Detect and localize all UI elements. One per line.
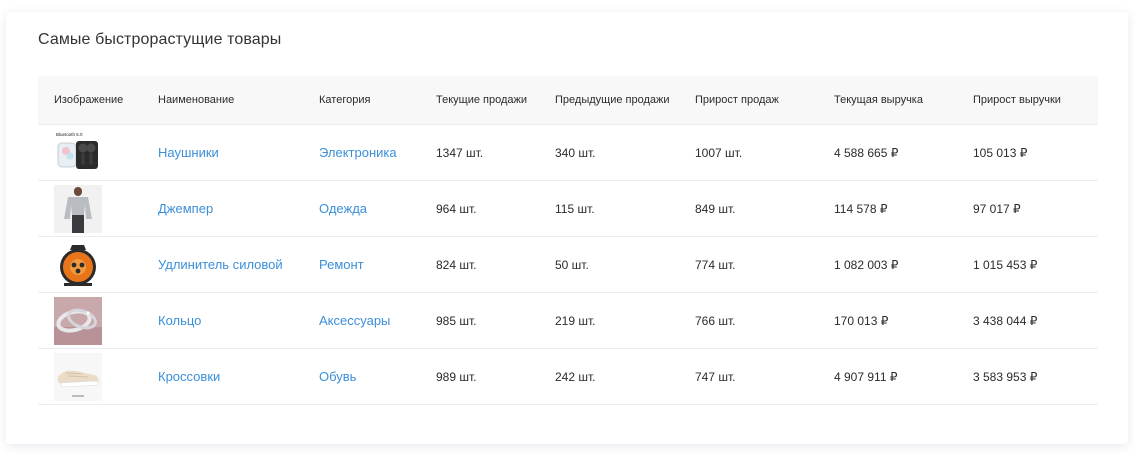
product-name-link[interactable]: Удлинитель силовой (158, 257, 283, 272)
image-cell (38, 180, 142, 237)
column-header-image: Изображение (38, 76, 142, 125)
sales-growth-cell: 747 шт. (679, 348, 818, 405)
previous-sales-cell: 242 шт. (539, 348, 679, 405)
category-link[interactable]: Аксессуары (319, 313, 390, 328)
product-name-link[interactable]: Кольцо (158, 313, 201, 328)
current-revenue-cell: 170 013 ₽ (818, 292, 957, 349)
current-sales-cell: 989 шт. (420, 348, 539, 405)
name-cell: Кроссовки (142, 348, 303, 405)
name-cell: Удлинитель силовой (142, 236, 303, 293)
current-sales-cell: 824 шт. (420, 236, 539, 293)
current-sales-cell: 964 шт. (420, 180, 539, 237)
product-name-link[interactable]: Наушники (158, 145, 219, 160)
column-header-category: Категория (303, 76, 420, 125)
table-row: Джемпер Одежда 964 шт. 115 шт. 849 шт. 1… (38, 180, 1098, 237)
column-header-revenue-growth: Прирост выручки (957, 76, 1098, 125)
revenue-growth-cell: 3 438 044 ₽ (957, 292, 1098, 349)
category-cell: Обувь (303, 348, 420, 405)
previous-sales-cell: 115 шт. (539, 180, 679, 237)
image-caption: Bluetooth 5.0 (56, 132, 83, 137)
sales-growth-cell: 1007 шт. (679, 124, 818, 181)
revenue-growth-cell: 97 017 ₽ (957, 180, 1098, 237)
column-header-name: Наименование (142, 76, 303, 125)
table-header-row: Изображение Наименование Категория Текущ… (38, 76, 1098, 125)
category-link[interactable]: Обувь (319, 369, 356, 384)
name-cell: Джемпер (142, 180, 303, 237)
sneakers-product-image (54, 352, 102, 401)
category-link[interactable]: Электроника (319, 145, 397, 160)
revenue-growth-cell: 3 583 953 ₽ (957, 348, 1098, 405)
current-revenue-cell: 4 907 911 ₽ (818, 348, 957, 405)
category-cell: Электроника (303, 124, 420, 181)
previous-sales-cell: 50 шт. (539, 236, 679, 293)
rings-product-image (54, 296, 102, 345)
fastest-growing-products-card: Самые быстрорастущие товары Изображение … (6, 12, 1128, 444)
sales-growth-cell: 766 шт. (679, 292, 818, 349)
table-row: Bluetooth 5.0 Наушники Электроника 1347 … (38, 124, 1098, 181)
table-row: Кольцо Аксессуары 985 шт. 219 шт. 766 шт… (38, 292, 1098, 349)
earbuds-product-image: Bluetooth 5.0 (54, 128, 102, 177)
revenue-growth-cell: 1 015 453 ₽ (957, 236, 1098, 293)
cable-reel-product-image (54, 240, 102, 289)
column-header-previous-sales: Предыдущие продажи (539, 76, 679, 125)
current-sales-cell: 985 шт. (420, 292, 539, 349)
image-cell (38, 292, 142, 349)
category-link[interactable]: Одежда (319, 201, 367, 216)
card-title: Самые быстрорастущие товары (38, 31, 282, 48)
current-sales-cell: 1347 шт. (420, 124, 539, 181)
sweater-product-image (54, 184, 102, 233)
category-link[interactable]: Ремонт (319, 257, 364, 272)
category-cell: Одежда (303, 180, 420, 237)
column-header-current-revenue: Текущая выручка (818, 76, 957, 125)
column-header-sales-growth: Прирост продаж (679, 76, 818, 125)
image-cell: Bluetooth 5.0 (38, 124, 142, 181)
current-revenue-cell: 4 588 665 ₽ (818, 124, 957, 181)
category-cell: Ремонт (303, 236, 420, 293)
sales-growth-cell: 774 шт. (679, 236, 818, 293)
previous-sales-cell: 340 шт. (539, 124, 679, 181)
name-cell: Кольцо (142, 292, 303, 349)
current-revenue-cell: 1 082 003 ₽ (818, 236, 957, 293)
column-header-current-sales: Текущие продажи (420, 76, 539, 125)
category-cell: Аксессуары (303, 292, 420, 349)
table-row: Удлинитель силовой Ремонт 824 шт. 50 шт.… (38, 236, 1098, 293)
product-name-link[interactable]: Джемпер (158, 201, 213, 216)
name-cell: Наушники (142, 124, 303, 181)
sales-growth-cell: 849 шт. (679, 180, 818, 237)
image-cell (38, 236, 142, 293)
product-name-link[interactable]: Кроссовки (158, 369, 220, 384)
products-table: Изображение Наименование Категория Текущ… (38, 76, 1098, 405)
image-cell (38, 348, 142, 405)
current-revenue-cell: 114 578 ₽ (818, 180, 957, 237)
revenue-growth-cell: 105 013 ₽ (957, 124, 1098, 181)
table-row: Кроссовки Обувь 989 шт. 242 шт. 747 шт. … (38, 348, 1098, 405)
previous-sales-cell: 219 шт. (539, 292, 679, 349)
